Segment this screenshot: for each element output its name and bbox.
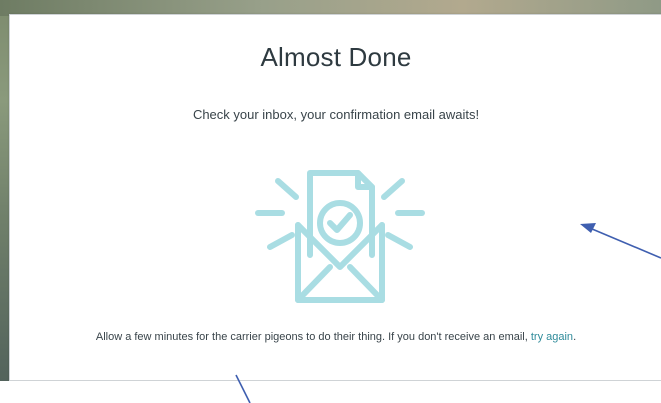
- message-end: .: [573, 331, 577, 343]
- confirmation-card: Almost Done Check your inbox, your confi…: [9, 14, 661, 381]
- envelope-checkmark-icon: [255, 170, 425, 303]
- message-text: Allow a few minutes for the carrier pige…: [95, 331, 531, 343]
- try-again-link[interactable]: try again: [531, 331, 573, 343]
- subtitle-text: Check your inbox, your confirmation emai…: [192, 107, 480, 122]
- bottom-whitespace: [0, 381, 661, 403]
- page-title: Almost Done: [260, 42, 412, 72]
- instruction-message: Allow a few minutes for the carrier pige…: [40, 327, 632, 347]
